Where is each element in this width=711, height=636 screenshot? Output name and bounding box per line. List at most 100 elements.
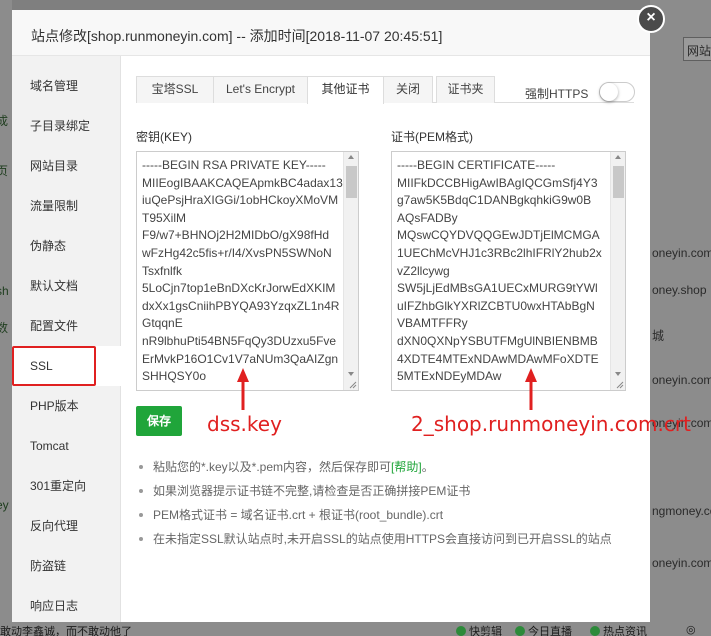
sidebar-item-reverse-proxy[interactable]: 反向代理 <box>12 506 121 546</box>
modal-header: 站点修改[shop.runmoneyin.com] -- 添加时间[2018-1… <box>12 10 650 56</box>
background-right-strip: 网站 oneyin.com oney.shop 城 oneyin.com one… <box>650 0 711 636</box>
text-line: dxXx1gsCniihPBYQA93YzqxZL1n4R <box>142 298 340 313</box>
text-line: g7aw5K5BdqC1DANBgkqhkiG9w0B <box>397 193 592 208</box>
sidebar-item-subdir-binding[interactable]: 子目录绑定 <box>12 106 121 146</box>
dot-icon <box>590 626 600 636</box>
tab-baota-ssl[interactable]: 宝塔SSL <box>136 76 214 103</box>
save-button[interactable]: 保存 <box>136 406 182 436</box>
tab-lets-encrypt[interactable]: Let's Encrypt <box>213 76 308 103</box>
text-line: 4XDTE4MTExNDAwMDAwMFoXDTE <box>397 351 599 366</box>
text-line: SW5jLjEdMBsGA1UECxMURG9tYWl <box>397 281 598 296</box>
sidebar-item-traffic-limit[interactable]: 流量限制 <box>12 186 121 226</box>
red-arrow-icon <box>237 368 249 410</box>
sidebar-item-ssl[interactable]: SSL <box>12 346 121 386</box>
text-line: MIIFkDCCBHigAwIBAgIQCGmSfj4Y3 <box>397 175 598 190</box>
sidebar-item-domain[interactable]: 域名管理 <box>12 66 121 106</box>
cert-text: -----BEGIN CERTIFICATE----- MIIFkDCCBHigA… <box>397 157 612 386</box>
sidebar-item-tomcat[interactable]: Tomcat <box>12 426 121 466</box>
sidebar-item-response-log[interactable]: 响应日志 <box>12 586 121 626</box>
force-https-toggle[interactable] <box>599 82 635 102</box>
key-scrollbar[interactable] <box>343 152 358 390</box>
bullet-icon <box>139 537 143 541</box>
text-line: vZ2llcywg <box>397 263 450 278</box>
bg-right-fragment: oneyin.com <box>652 556 711 570</box>
sidebar-item-301-redirect[interactable]: 301重定向 <box>12 466 121 506</box>
bg-bottom-glyph: ◎ <box>686 624 696 636</box>
text-line: -----BEGIN RSA PRIVATE KEY----- <box>142 158 326 172</box>
cert-textarea[interactable]: -----BEGIN CERTIFICATE----- MIIFkDCCBHigA… <box>391 151 626 391</box>
text-line: F9/w7+BHNOj2H2MIDbO/gX98fHd <box>142 228 330 243</box>
resize-grip-icon[interactable] <box>614 379 624 389</box>
tab-other-cert[interactable]: 其他证书 <box>307 76 384 104</box>
sidebar-item-site-dir[interactable]: 网站目录 <box>12 146 121 186</box>
text-line: iuQePsjHraXIGGi/1obHCkoyXMoVM <box>142 193 339 208</box>
tip-item: PEM格式证书 = 域名证书.crt + 根证书(root_bundle).cr… <box>136 506 443 530</box>
text-line: VBAMTFFRy <box>397 316 468 331</box>
bullet-icon <box>139 513 143 517</box>
text-line: uIFZhbGlkYXRlZCBTU0wxHTAbBgN <box>397 298 595 313</box>
dot-icon <box>515 626 525 636</box>
scroll-thumb[interactable] <box>346 166 357 198</box>
cert-scrollbar[interactable] <box>610 152 625 390</box>
text-line: MIIEogIBAAKCAQEApmkBC4adax13 <box>142 175 343 190</box>
text-line: ErMvkP16O1Cv1V7aNUm3QaAIZgn <box>142 351 339 366</box>
tip-item: 如果浏览器提示证书链不完整,请检查是否正确拼接PEM证书 <box>136 482 470 506</box>
text-line: -----BEGIN CERTIFICATE----- <box>397 158 556 172</box>
help-link[interactable]: [帮助] <box>391 460 422 474</box>
key-text: -----BEGIN RSA PRIVATE KEY----- MIIEogIBA… <box>142 157 347 386</box>
bg-bottom-item: 快剪辑 <box>456 623 502 636</box>
bg-left-fragment: ey <box>0 498 9 512</box>
sidebar-item-config-file[interactable]: 配置文件 <box>12 306 121 346</box>
text-line: dXN0QXNpYSBUTFMgUlNBIENBMB <box>397 333 598 348</box>
text-line: GtqqnE <box>142 316 183 331</box>
toggle-knob <box>600 83 618 101</box>
sidebar-item-default-doc[interactable]: 默认文档 <box>12 266 121 306</box>
bg-right-fragment: oney.shop <box>652 283 707 297</box>
settings-sidebar: 域名管理 子目录绑定 网站目录 流量限制 伪静态 默认文档 配置文件 SSL P… <box>12 56 121 622</box>
ssl-panel: 宝塔SSL Let's Encrypt 其他证书 关闭 证书夹 强制HTTPS … <box>121 56 691 622</box>
key-field-label: 密钥(KEY) <box>136 130 193 144</box>
bg-bottom-item: 热点资讯 <box>590 623 647 636</box>
tab-cert-folder[interactable]: 证书夹 <box>436 76 495 103</box>
bg-right-fragment: oneyin.com <box>652 246 711 260</box>
bg-left-fragment: 页 <box>0 164 9 178</box>
text-line: nR9lbhuPti54BN5FqQy3DUzxu5Fve <box>142 333 337 348</box>
bg-left-fragment: 成 <box>0 114 9 128</box>
text-line: Tsxfnlfk <box>142 263 183 278</box>
dot-icon <box>456 626 466 636</box>
key-file-annotation: dss.key <box>207 412 282 436</box>
modal-title: 站点修改[shop.runmoneyin.com] -- 添加时间[2018-1… <box>31 28 443 44</box>
text-line: MQswCQYDVQQGEwJDTjElMCMGA <box>397 228 600 243</box>
bg-left-fragment: sh <box>0 284 9 298</box>
cert-file-annotation: 2_shop.runmoneyin.com.crt <box>411 412 691 436</box>
text-line: T95XilM <box>142 210 187 225</box>
cert-field-label: 证书(PEM格式) <box>391 130 473 144</box>
red-arrow-icon <box>525 368 537 410</box>
bg-right-fragment: 城 <box>652 329 665 343</box>
key-textarea[interactable]: -----BEGIN RSA PRIVATE KEY----- MIIEogIBA… <box>136 151 359 391</box>
bg-right-fragment: ngmoney.com <box>652 504 711 518</box>
force-https-label: 强制HTTPS <box>525 87 589 101</box>
scroll-up-icon <box>348 155 354 159</box>
sidebar-item-rewrite[interactable]: 伪静态 <box>12 226 121 266</box>
scroll-down-icon <box>348 372 354 376</box>
bg-right-fragment: oneyin.com <box>652 373 711 387</box>
scroll-thumb[interactable] <box>613 166 624 198</box>
sidebar-item-hotlink[interactable]: 防盗链 <box>12 546 121 586</box>
tab-close[interactable]: 关闭 <box>383 76 433 103</box>
resize-grip-icon[interactable] <box>347 379 357 389</box>
bullet-icon <box>139 465 143 469</box>
text-line: AQsFADBy <box>397 210 458 225</box>
background-left-strip: 成 页 sh ey 数 <box>0 0 12 636</box>
highlight-box <box>12 346 96 386</box>
scroll-up-icon <box>615 155 621 159</box>
scroll-down-icon <box>615 372 621 376</box>
text-line: 1UEChMcVHJ1c3RBc2lhIFRlY2hub2x <box>397 245 602 260</box>
text-line: 5MTExNDEyMDAw <box>397 369 502 384</box>
site-edit-modal: 站点修改[shop.runmoneyin.com] -- 添加时间[2018-1… <box>12 5 691 622</box>
sidebar-item-php-version[interactable]: PHP版本 <box>12 386 121 426</box>
bullet-icon <box>139 489 143 493</box>
text-line: wFzHg42c5fis+r/I4/XvsPN5SWNoN <box>142 245 332 260</box>
bg-bottom-item: 今日直播 <box>515 623 572 636</box>
close-icon[interactable]: × <box>637 5 665 33</box>
